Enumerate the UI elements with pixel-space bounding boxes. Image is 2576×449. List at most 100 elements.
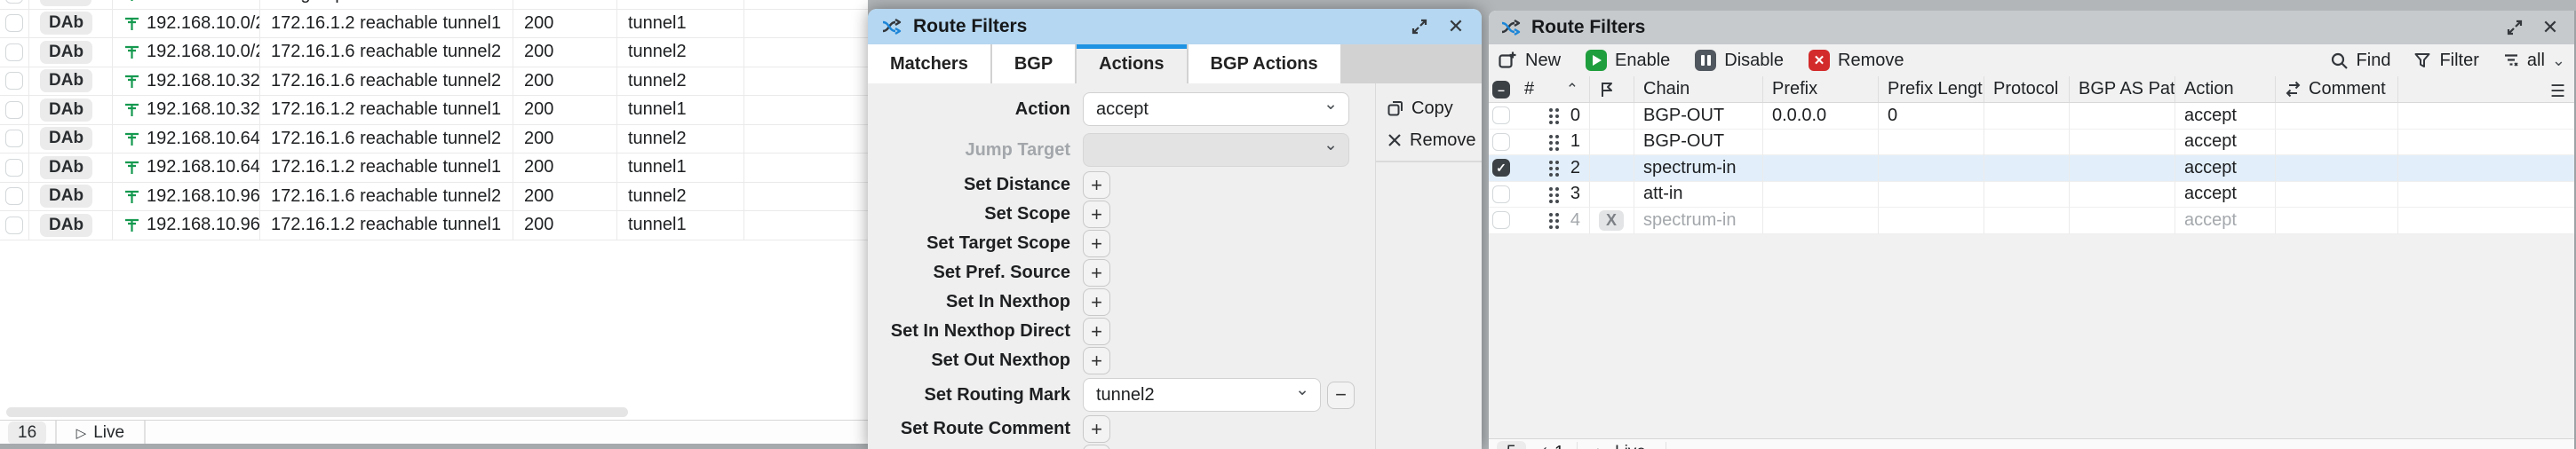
- close-icon[interactable]: ✕: [1443, 13, 1469, 40]
- row-checkbox[interactable]: [1492, 132, 1510, 151]
- gateway: 172.16.1.6 reachable tunnel2: [271, 42, 502, 62]
- live-button[interactable]: ▷Live: [1578, 442, 1665, 449]
- table-row[interactable]: DAb 192.168.10.64/27 172.16.1.2 reachabl…: [0, 154, 868, 183]
- distance: 200: [524, 128, 554, 148]
- col-protocol: Protocol: [1993, 79, 2059, 98]
- action: accept: [2184, 209, 2237, 230]
- table-row[interactable]: DAb 192.168.10.64/27 172.16.1.6 reachabl…: [0, 124, 868, 154]
- set-routing-mark-remove-button[interactable]: −: [1327, 381, 1355, 409]
- window-title: Route Filters: [1531, 17, 1646, 37]
- action-label: Action: [1014, 98, 1070, 119]
- drag-handle-icon[interactable]: [1548, 108, 1553, 113]
- route-flags: DAb: [40, 127, 93, 151]
- chevron-down-icon: ⌄: [2551, 51, 2565, 69]
- routes-window: DAc 172.16.2.0/28 bridge-vpn reachable 0…: [0, 0, 868, 449]
- set-in-nexthop-add-button[interactable]: +: [1083, 288, 1110, 316]
- new-button[interactable]: New: [1498, 51, 1561, 71]
- filter-row[interactable]: 1 BGP-OUT accept: [1489, 129, 2574, 155]
- table-row[interactable]: DAb 192.168.10.96/27 172.16.1.6 reachabl…: [0, 182, 868, 211]
- find-button[interactable]: Find: [2330, 51, 2390, 71]
- dst-address: 192.168.10.64/27: [147, 128, 260, 148]
- table-header[interactable]: – # ⌃ Chain Prefix Prefix Length Protocol…: [1489, 76, 2574, 103]
- remove-button[interactable]: Remove: [1376, 124, 1482, 156]
- remove-icon: ✕: [1809, 50, 1830, 71]
- table-row[interactable]: DAb 192.168.10.32/27 172.16.1.6 reachabl…: [0, 67, 868, 96]
- copy-button[interactable]: Copy: [1376, 92, 1482, 124]
- set-check-gateway-add-button[interactable]: +: [1083, 445, 1110, 449]
- row-checkbox[interactable]: [5, 0, 23, 4]
- drag-handle-icon[interactable]: [1548, 213, 1553, 217]
- row-checkbox-checked[interactable]: ✓: [1492, 159, 1510, 177]
- routing-table: tunnel1: [628, 12, 687, 33]
- row-checkbox[interactable]: [5, 72, 23, 91]
- restore-icon[interactable]: [2501, 14, 2528, 41]
- set-routing-mark-label: Set Routing Mark: [924, 384, 1070, 405]
- table-row[interactable]: DAb 192.168.10.96/27 172.16.1.2 reachabl…: [0, 211, 868, 240]
- row-checkbox[interactable]: [1492, 211, 1510, 230]
- tab-bgp[interactable]: BGP: [991, 44, 1077, 83]
- row-checkbox[interactable]: [5, 43, 23, 61]
- window-titlebar[interactable]: Route Filters ✕: [1489, 11, 2574, 44]
- chevron-down-icon: ⌄: [1324, 136, 1338, 154]
- row-checkbox[interactable]: [5, 100, 23, 119]
- action-select[interactable]: accept ⌄: [1083, 92, 1349, 126]
- row-checkbox[interactable]: [5, 187, 23, 206]
- set-out-nexthop-add-button[interactable]: +: [1083, 347, 1110, 374]
- tab-actions[interactable]: Actions: [1077, 44, 1189, 83]
- route-flags: DAc: [40, 0, 92, 6]
- remove-button[interactable]: ✕ Remove: [1809, 50, 1904, 71]
- search-icon: [2331, 52, 2348, 69]
- filter-row[interactable]: 3 att-in accept: [1489, 181, 2574, 208]
- route-icon: [125, 132, 139, 146]
- disable-button[interactable]: Disable: [1695, 50, 1784, 71]
- close-icon[interactable]: ✕: [2537, 14, 2564, 41]
- filter-scope-select[interactable]: all ⌄: [2502, 51, 2565, 71]
- select-all-checkbox[interactable]: –: [1492, 80, 1510, 98]
- drag-handle-icon[interactable]: [1548, 134, 1553, 138]
- gateway: 172.16.1.2 reachable tunnel1: [271, 12, 502, 33]
- distance: 200: [524, 157, 554, 177]
- filter-row-selected[interactable]: ✓ 2 spectrum-in accept: [1489, 155, 2574, 182]
- table-row[interactable]: DAc 172.16.2.0/28 bridge-vpn reachable 0…: [0, 0, 868, 10]
- route-flags: DAb: [40, 98, 93, 122]
- distance: 200: [524, 70, 554, 91]
- tab-matchers[interactable]: Matchers: [868, 44, 992, 83]
- toolbar: New Enable Disable ✕ Remove Find Filter: [1489, 44, 2574, 76]
- dst-address: 192.168.10.0/27: [147, 42, 259, 62]
- filter-row-disabled[interactable]: 4 X spectrum-in accept: [1489, 208, 2574, 234]
- set-distance-add-button[interactable]: +: [1083, 171, 1110, 199]
- set-routing-mark-select[interactable]: tunnel2 ⌄: [1083, 378, 1321, 412]
- tab-bgp-actions[interactable]: BGP Actions: [1188, 44, 1342, 83]
- row-checkbox[interactable]: [1492, 185, 1510, 203]
- table-row[interactable]: DAb 192.168.10.0/27 172.16.1.2 reachable…: [0, 9, 868, 38]
- row-checkbox[interactable]: [5, 216, 23, 234]
- row-checkbox[interactable]: [1492, 106, 1510, 125]
- set-route-comment-add-button[interactable]: +: [1083, 415, 1110, 443]
- chevron-down-icon: ⌄: [1324, 95, 1338, 114]
- row-checkbox[interactable]: [5, 14, 23, 33]
- enable-button[interactable]: Enable: [1586, 50, 1670, 71]
- set-pref-source-add-button[interactable]: +: [1083, 259, 1110, 287]
- drag-handle-icon[interactable]: [1548, 186, 1553, 191]
- horizontal-scrollbar[interactable]: [6, 407, 628, 417]
- table-row[interactable]: DAb 192.168.10.32/27 172.16.1.2 reachabl…: [0, 96, 868, 125]
- set-scope-add-button[interactable]: +: [1083, 201, 1110, 228]
- dialog-titlebar[interactable]: Route Filters ✕: [868, 9, 1482, 44]
- drag-handle-icon[interactable]: [1548, 161, 1553, 165]
- distance: 200: [524, 99, 554, 120]
- enable-icon: [1586, 50, 1608, 71]
- filter-button[interactable]: Filter: [2413, 51, 2479, 71]
- set-pref-source-label: Set Pref. Source: [933, 263, 1070, 282]
- row-checkbox[interactable]: [5, 158, 23, 177]
- restore-icon[interactable]: [1406, 13, 1433, 40]
- table-row[interactable]: DAb 192.168.10.0/27 172.16.1.6 reachable…: [0, 38, 868, 67]
- route-icon: [125, 17, 139, 30]
- column-menu-icon[interactable]: ☰: [2550, 82, 2565, 102]
- filter-row[interactable]: 0 BGP-OUT 0.0.0.0 0 accept: [1489, 103, 2574, 130]
- play-icon: ▷: [1597, 445, 1608, 449]
- row-checkbox[interactable]: [5, 130, 23, 148]
- set-target-scope-add-button[interactable]: +: [1083, 230, 1110, 257]
- live-button[interactable]: ▷Live: [57, 421, 144, 445]
- remove-x-icon: [1388, 134, 1401, 146]
- set-in-nexthop-direct-add-button[interactable]: +: [1083, 318, 1110, 345]
